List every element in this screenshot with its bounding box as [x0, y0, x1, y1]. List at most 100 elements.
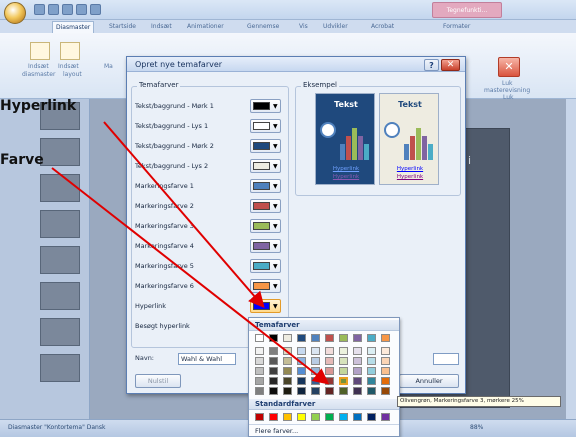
- theme-color-swatch[interactable]: [325, 334, 334, 342]
- theme-shade-swatch[interactable]: [297, 357, 306, 365]
- theme-color-swatch[interactable]: [311, 334, 320, 342]
- theme-color-swatch[interactable]: [269, 334, 278, 342]
- theme-shade-swatch[interactable]: [339, 377, 348, 385]
- theme-color-swatch[interactable]: [381, 334, 390, 342]
- theme-shade-swatch[interactable]: [325, 377, 334, 385]
- slide-thumbnail[interactable]: [40, 174, 80, 202]
- standard-color-swatch[interactable]: [353, 413, 362, 421]
- undo-icon[interactable]: [48, 4, 59, 15]
- theme-shade-swatch[interactable]: [283, 387, 292, 395]
- zoom-level[interactable]: 88%: [470, 424, 483, 431]
- theme-color-button[interactable]: ▼: [250, 239, 281, 253]
- theme-color-button[interactable]: ▼: [250, 299, 281, 313]
- theme-shade-swatch[interactable]: [311, 367, 320, 375]
- standard-color-swatch[interactable]: [311, 413, 320, 421]
- slide-thumbnail[interactable]: [40, 282, 80, 310]
- standard-color-swatch[interactable]: [255, 413, 264, 421]
- more-colors-link[interactable]: Flere farver...: [255, 427, 298, 435]
- theme-shade-swatch[interactable]: [269, 367, 278, 375]
- theme-shade-swatch[interactable]: [255, 357, 264, 365]
- theme-shade-swatch[interactable]: [367, 357, 376, 365]
- name-input[interactable]: Wahl & Wahl: [178, 353, 236, 365]
- theme-shade-swatch[interactable]: [367, 377, 376, 385]
- close-button[interactable]: ✕: [441, 59, 460, 71]
- reset-button[interactable]: Nulstil: [135, 374, 181, 388]
- theme-shade-swatch[interactable]: [353, 367, 362, 375]
- theme-color-swatch[interactable]: [255, 334, 264, 342]
- tab-acrobat[interactable]: Acrobat: [368, 21, 397, 33]
- theme-shade-swatch[interactable]: [381, 387, 390, 395]
- theme-color-swatch[interactable]: [353, 334, 362, 342]
- theme-shade-swatch[interactable]: [367, 387, 376, 395]
- theme-color-swatch[interactable]: [283, 334, 292, 342]
- theme-shade-swatch[interactable]: [367, 367, 376, 375]
- theme-shade-swatch[interactable]: [269, 357, 278, 365]
- theme-shade-swatch[interactable]: [381, 347, 390, 355]
- vertical-scrollbar[interactable]: [566, 99, 576, 419]
- redo-icon[interactable]: [62, 4, 73, 15]
- tab-gennemse[interactable]: Gennemse: [244, 21, 282, 33]
- theme-shade-swatch[interactable]: [283, 347, 292, 355]
- theme-shade-swatch[interactable]: [353, 347, 362, 355]
- theme-shade-swatch[interactable]: [381, 367, 390, 375]
- tab-indsaet[interactable]: Indsæt: [148, 21, 175, 33]
- theme-color-button[interactable]: ▼: [250, 219, 281, 233]
- theme-shade-swatch[interactable]: [311, 387, 320, 395]
- office-button[interactable]: [4, 2, 26, 24]
- contextual-tab-drawing[interactable]: Tegnefunkti...: [432, 2, 502, 18]
- theme-shade-swatch[interactable]: [353, 357, 362, 365]
- theme-shade-swatch[interactable]: [269, 347, 278, 355]
- theme-color-button[interactable]: ▼: [250, 199, 281, 213]
- cancel-button[interactable]: Annuller: [399, 374, 459, 388]
- theme-shade-swatch[interactable]: [255, 347, 264, 355]
- theme-shade-swatch[interactable]: [339, 367, 348, 375]
- theme-shade-swatch[interactable]: [297, 387, 306, 395]
- theme-color-button[interactable]: ▼: [250, 179, 281, 193]
- theme-shade-swatch[interactable]: [367, 347, 376, 355]
- insert-slide-master-icon[interactable]: [30, 42, 50, 60]
- tab-diasmaster[interactable]: Diasmaster: [52, 21, 95, 33]
- theme-color-swatch[interactable]: [297, 334, 306, 342]
- theme-shade-swatch[interactable]: [297, 367, 306, 375]
- slide-thumbnail[interactable]: [40, 210, 80, 238]
- help-button[interactable]: ?: [424, 59, 439, 71]
- standard-color-swatch[interactable]: [325, 413, 334, 421]
- print-icon[interactable]: [90, 4, 101, 15]
- theme-shade-swatch[interactable]: [339, 387, 348, 395]
- standard-color-swatch[interactable]: [283, 413, 292, 421]
- slide-thumbnail[interactable]: [40, 138, 80, 166]
- theme-shade-swatch[interactable]: [255, 367, 264, 375]
- tab-vis[interactable]: Vis: [296, 21, 311, 33]
- theme-shade-swatch[interactable]: [381, 357, 390, 365]
- standard-color-swatch[interactable]: [381, 413, 390, 421]
- theme-shade-swatch[interactable]: [297, 347, 306, 355]
- save-icon[interactable]: [34, 4, 45, 15]
- theme-shade-swatch[interactable]: [255, 387, 264, 395]
- theme-color-button[interactable]: ▼: [250, 99, 281, 113]
- theme-color-button[interactable]: ▼: [250, 139, 281, 153]
- theme-shade-swatch[interactable]: [339, 357, 348, 365]
- slide-thumbnail[interactable]: [40, 246, 80, 274]
- theme-shade-swatch[interactable]: [269, 377, 278, 385]
- theme-color-button[interactable]: ▼: [250, 259, 281, 273]
- tab-startside[interactable]: Startside: [106, 21, 139, 33]
- standard-color-swatch[interactable]: [367, 413, 376, 421]
- theme-color-button[interactable]: ▼: [250, 159, 281, 173]
- theme-shade-swatch[interactable]: [339, 347, 348, 355]
- theme-shade-swatch[interactable]: [297, 377, 306, 385]
- new-slide-icon[interactable]: [76, 4, 87, 15]
- theme-shade-swatch[interactable]: [311, 347, 320, 355]
- insert-layout-icon[interactable]: [60, 42, 80, 60]
- tab-animationer[interactable]: Animationer: [184, 21, 227, 33]
- standard-color-swatch[interactable]: [269, 413, 278, 421]
- theme-shade-swatch[interactable]: [325, 347, 334, 355]
- theme-color-swatch[interactable]: [367, 334, 376, 342]
- theme-shade-swatch[interactable]: [311, 357, 320, 365]
- theme-shade-swatch[interactable]: [283, 377, 292, 385]
- theme-color-button[interactable]: ▼: [250, 119, 281, 133]
- tab-udvikler[interactable]: Udvikler: [320, 21, 351, 33]
- theme-shade-swatch[interactable]: [255, 377, 264, 385]
- theme-color-swatch[interactable]: [339, 334, 348, 342]
- theme-shade-swatch[interactable]: [381, 377, 390, 385]
- close-master-view-icon[interactable]: ✕: [498, 57, 520, 77]
